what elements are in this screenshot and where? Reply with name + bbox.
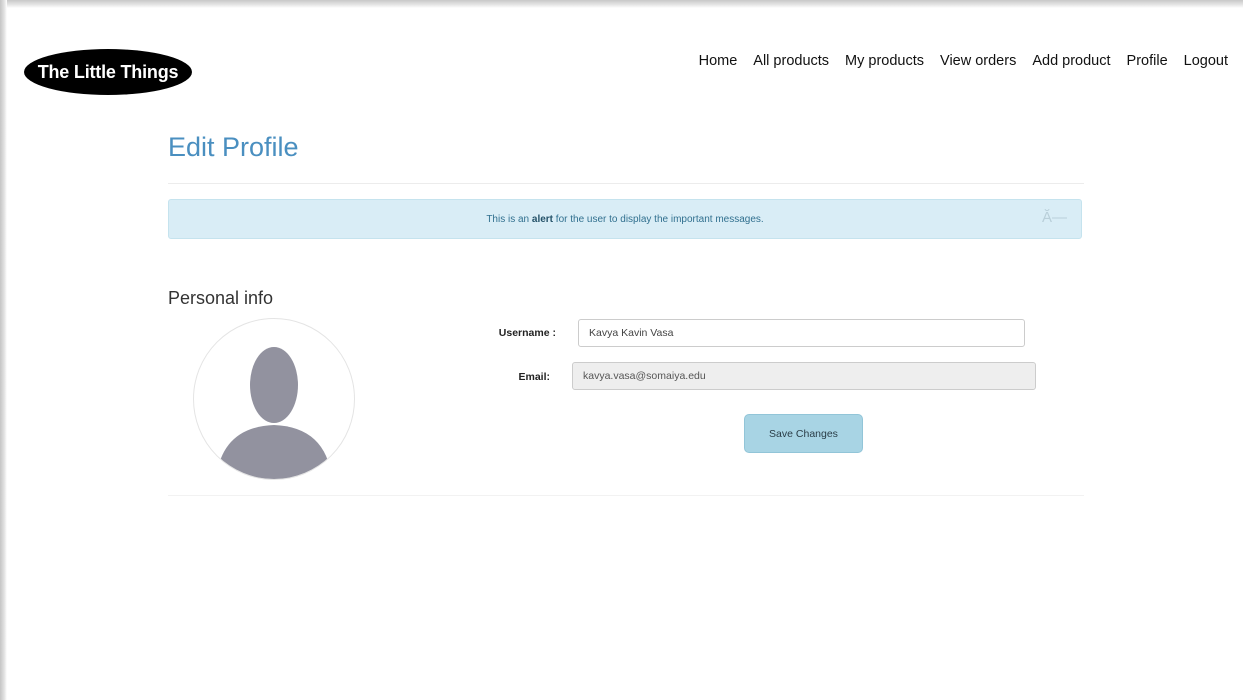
nav-profile[interactable]: Profile: [1127, 53, 1168, 69]
avatar: [193, 318, 355, 480]
username-label: Username :: [498, 327, 556, 339]
nav-add-product[interactable]: Add product: [1032, 53, 1110, 69]
title-divider: [168, 183, 1084, 184]
username-input[interactable]: [578, 319, 1025, 347]
nav-all-products[interactable]: All products: [753, 53, 829, 69]
nav-home[interactable]: Home: [699, 53, 738, 69]
page-title: Edit Profile: [168, 132, 299, 162]
nav-my-products[interactable]: My products: [845, 53, 924, 69]
user-silhouette-icon: [216, 347, 332, 479]
bottom-divider: [168, 495, 1084, 496]
alert-close-icon[interactable]: Ă—: [1042, 209, 1067, 226]
save-changes-button[interactable]: Save Changes: [744, 414, 863, 453]
brand-logo[interactable]: The Little Things: [24, 49, 192, 95]
section-title: Personal info: [168, 288, 274, 308]
window-frame-left: [0, 0, 7, 700]
brand-logo-text: The Little Things: [37, 61, 179, 82]
alert-message: This is an alert for the user to display…: [486, 213, 764, 225]
email-label: Email:: [518, 371, 550, 383]
window-frame-top: [0, 0, 1243, 8]
main-nav: Home All products My products View order…: [699, 53, 1228, 69]
nav-logout[interactable]: Logout: [1184, 53, 1228, 69]
info-alert: This is an alert for the user to display…: [168, 199, 1082, 239]
alert-emphasis: alert: [531, 213, 554, 225]
nav-view-orders[interactable]: View orders: [940, 53, 1016, 69]
email-field[interactable]: [572, 362, 1036, 390]
